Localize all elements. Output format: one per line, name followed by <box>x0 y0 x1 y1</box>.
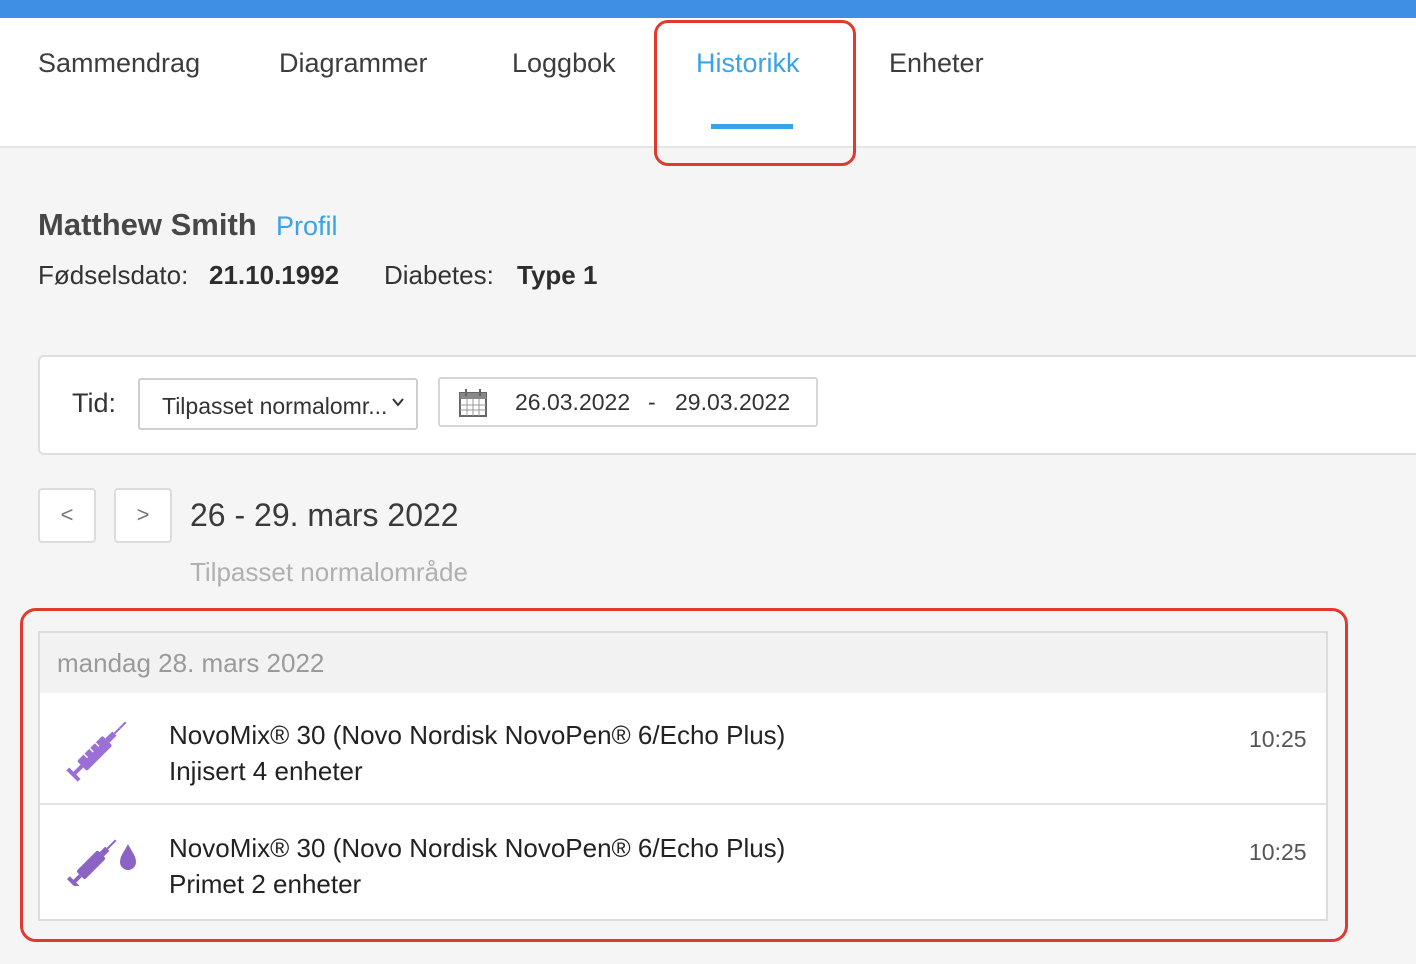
tab-sammendrag[interactable]: Sammendrag <box>38 48 200 79</box>
time-label: Tid: <box>72 388 117 418</box>
top-accent-bar <box>0 0 1416 18</box>
calendar-icon <box>459 389 487 417</box>
highlight-box-history <box>20 608 1348 942</box>
highlight-box-tab <box>654 20 856 166</box>
date-from: 26.03.2022 <box>515 389 631 415</box>
diabetes-value: Type 1 <box>517 260 597 291</box>
diabetes-value-text: Type 1 <box>517 260 598 290</box>
profile-link[interactable]: Profil <box>276 211 338 242</box>
period-subtitle: Tilpasset normalområde <box>190 557 468 587</box>
patient-name: Matthew Smith <box>38 207 257 242</box>
diabetes-label: Diabetes: <box>384 260 494 290</box>
tab-enheter[interactable]: Enheter <box>889 48 984 79</box>
date-to: 29.03.2022 <box>675 389 791 415</box>
tab-diagrammer[interactable]: Diagrammer <box>279 48 428 79</box>
chevron-down-icon <box>392 398 404 407</box>
tab-loggbok[interactable]: Loggbok <box>512 48 616 79</box>
date-separator: - <box>648 389 656 415</box>
dob-label: Fødselsdato: <box>38 260 189 290</box>
prev-period-button[interactable]: < <box>38 488 96 543</box>
dob-value-text: 21.10.1992 <box>209 260 340 290</box>
next-period-button[interactable]: > <box>114 488 172 543</box>
range-select[interactable]: Tilpasset normalomr... <box>138 378 418 430</box>
dob-value: 21.10.1992 <box>209 260 339 291</box>
period-title: 26 - 29. mars 2022 <box>190 497 459 533</box>
